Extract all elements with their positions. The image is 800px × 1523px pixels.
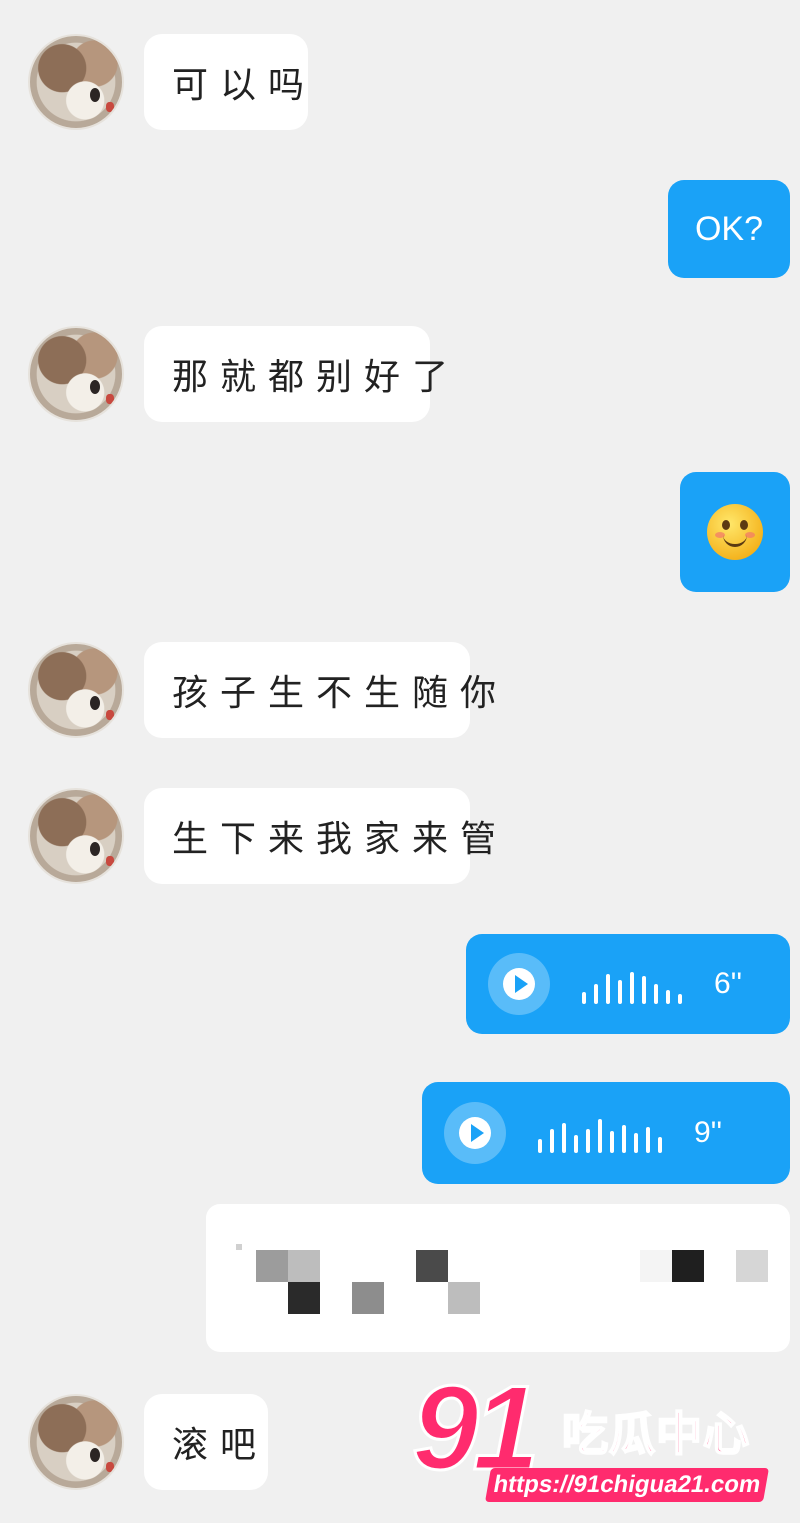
waveform-icon xyxy=(538,1113,670,1153)
play-icon[interactable] xyxy=(444,1102,506,1164)
message-row-outgoing: 9'' xyxy=(0,1082,800,1184)
message-row-incoming: 生下来我家来管 xyxy=(0,784,800,888)
voice-duration: 6'' xyxy=(714,967,743,1000)
incoming-message-bubble[interactable]: 生下来我家来管 xyxy=(144,788,496,884)
watermark-url: https://91chigua21.com xyxy=(485,1468,769,1502)
waveform-icon xyxy=(582,964,690,1004)
message-row-outgoing: OK? xyxy=(0,180,800,278)
mosaic-pixel xyxy=(288,1282,320,1314)
contact-avatar[interactable] xyxy=(28,326,124,422)
mosaic-pixel xyxy=(448,1282,480,1314)
message-row-outgoing: 6'' xyxy=(0,934,800,1034)
voice-message-bubble[interactable]: 6'' xyxy=(466,934,790,1034)
mosaic-pixel xyxy=(736,1250,768,1282)
redacted-message-bubble[interactable] xyxy=(206,1204,790,1352)
incoming-message-bubble[interactable]: 可以吗 xyxy=(144,34,308,130)
mosaic-pixel xyxy=(640,1250,672,1282)
contact-avatar[interactable] xyxy=(28,1394,124,1490)
play-icon[interactable] xyxy=(488,953,550,1015)
contact-avatar[interactable] xyxy=(28,788,124,884)
mosaic-pixel xyxy=(288,1250,320,1282)
outgoing-emoji-bubble[interactable] xyxy=(680,472,790,592)
voice-duration: 9'' xyxy=(694,1116,723,1149)
contact-avatar[interactable] xyxy=(28,642,124,738)
mosaic-pixel xyxy=(672,1250,704,1282)
mosaic-pixel xyxy=(416,1250,448,1282)
smiley-emoji-icon xyxy=(707,504,763,560)
message-row-incoming: 孩子生不生随你 xyxy=(0,638,800,742)
incoming-message-bubble[interactable]: 那就都别好了 xyxy=(144,326,448,422)
outgoing-message-bubble[interactable]: OK? xyxy=(668,180,790,278)
message-row-incoming: 可以吗 xyxy=(0,30,800,134)
mosaic-pixel xyxy=(236,1244,242,1250)
mosaic-pixel xyxy=(256,1250,288,1282)
contact-avatar[interactable] xyxy=(28,34,124,130)
message-row-incoming: 那就都别好了 xyxy=(0,324,800,424)
outgoing-message-text: OK? xyxy=(694,209,764,248)
incoming-message-bubble[interactable]: 滚吧 xyxy=(144,1394,268,1490)
message-row-outgoing xyxy=(0,472,800,592)
incoming-message-bubble[interactable]: 孩子生不生随你 xyxy=(144,642,496,738)
watermark-logo: 91 吃瓜中心 https://91chigua21.com xyxy=(410,1367,792,1508)
voice-message-bubble[interactable]: 9'' xyxy=(422,1082,790,1184)
mosaic-pixel xyxy=(352,1282,384,1314)
watermark-name: 吃瓜中心 xyxy=(561,1406,750,1462)
